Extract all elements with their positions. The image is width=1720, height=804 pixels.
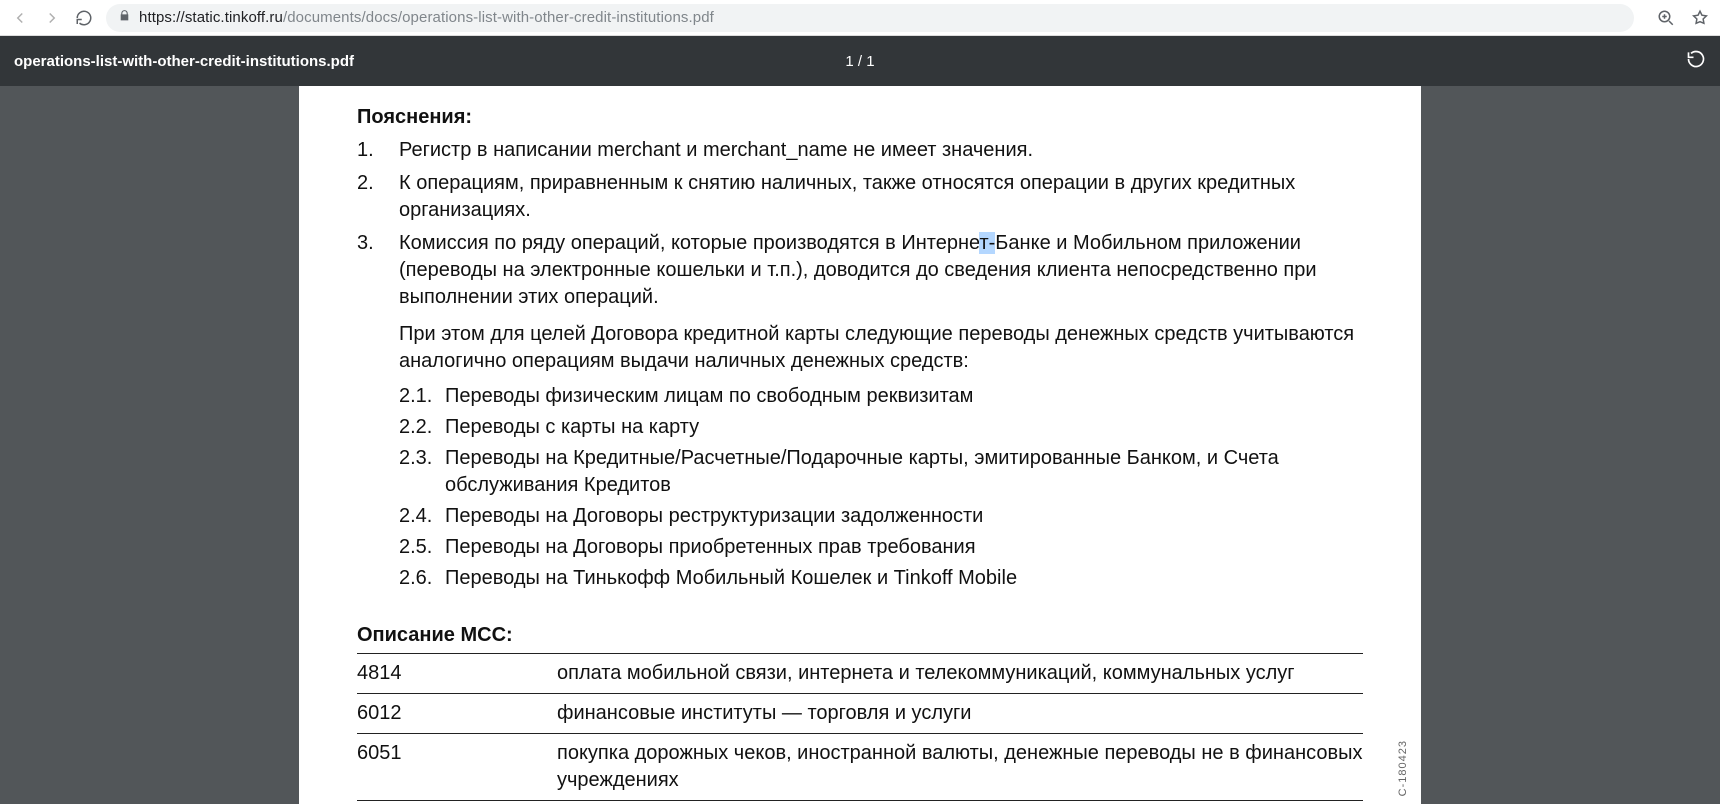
sublist: 2.1.Переводы физическим лицам по свободн… bbox=[399, 383, 1363, 592]
list-item: 1. Регистр в написании merchant и mercha… bbox=[357, 137, 1363, 164]
item-3-text: Комиссия по ряду операций, которые произ… bbox=[399, 230, 1363, 596]
table-row: 6051покупка дорожных чеков, иностранной … bbox=[357, 734, 1363, 801]
list-item: 2. К операциям, приравненным к снятию на… bbox=[357, 170, 1363, 224]
pdf-page: Пояснения: 1. Регистр в написании mercha… bbox=[299, 86, 1421, 804]
list-item: 2.3.Переводы на Кредитные/Расчетные/Пода… bbox=[399, 445, 1363, 499]
reload-button[interactable] bbox=[74, 8, 94, 28]
url-text: https://static.tinkoff.ru/documents/docs… bbox=[139, 9, 714, 26]
list-item: 2.4.Переводы на Договоры реструктуризаци… bbox=[399, 503, 1363, 530]
rotate-button[interactable] bbox=[1686, 49, 1706, 74]
pdf-toolbar: operations-list-with-other-credit-instit… bbox=[0, 36, 1720, 86]
pdf-page-indicator: 1 / 1 bbox=[845, 53, 874, 70]
list-item: 2.5.Переводы на Договоры приобретенных п… bbox=[399, 534, 1363, 561]
pdf-viewer[interactable]: Пояснения: 1. Регистр в написании mercha… bbox=[0, 86, 1720, 804]
table-row: 6211ценные бумаги – брокеры/дилеры bbox=[357, 801, 1363, 804]
paragraph: При этом для целей Договора кредитной ка… bbox=[399, 321, 1363, 375]
document-code: C-180423 bbox=[1397, 740, 1409, 796]
back-button[interactable] bbox=[10, 8, 30, 28]
text-selection: т- bbox=[979, 232, 995, 254]
zoom-icon[interactable] bbox=[1656, 8, 1676, 28]
lock-icon bbox=[118, 9, 131, 26]
explanations-list: 1. Регистр в написании merchant и mercha… bbox=[357, 137, 1363, 596]
address-bar[interactable]: https://static.tinkoff.ru/documents/docs… bbox=[106, 4, 1634, 32]
bookmark-star-icon[interactable] bbox=[1690, 8, 1710, 28]
browser-toolbar: https://static.tinkoff.ru/documents/docs… bbox=[0, 0, 1720, 36]
section-title-explanations: Пояснения: bbox=[357, 104, 1363, 131]
list-item: 3. Комиссия по ряду операций, которые пр… bbox=[357, 230, 1363, 596]
list-item: 2.2.Переводы с карты на карту bbox=[399, 414, 1363, 441]
list-item: 2.1.Переводы физическим лицам по свободн… bbox=[399, 383, 1363, 410]
table-row: 4814оплата мобильной связи, интернета и … bbox=[357, 654, 1363, 694]
list-item: 2.6.Переводы на Тинькофф Мобильный Кошел… bbox=[399, 565, 1363, 592]
mcc-table: 4814оплата мобильной связи, интернета и … bbox=[357, 653, 1363, 804]
section-title-mcc: Описание МСС: bbox=[357, 622, 1363, 649]
pdf-filename: operations-list-with-other-credit-instit… bbox=[14, 53, 354, 70]
forward-button[interactable] bbox=[42, 8, 62, 28]
table-row: 6012финансовые институты — торговля и ус… bbox=[357, 694, 1363, 734]
